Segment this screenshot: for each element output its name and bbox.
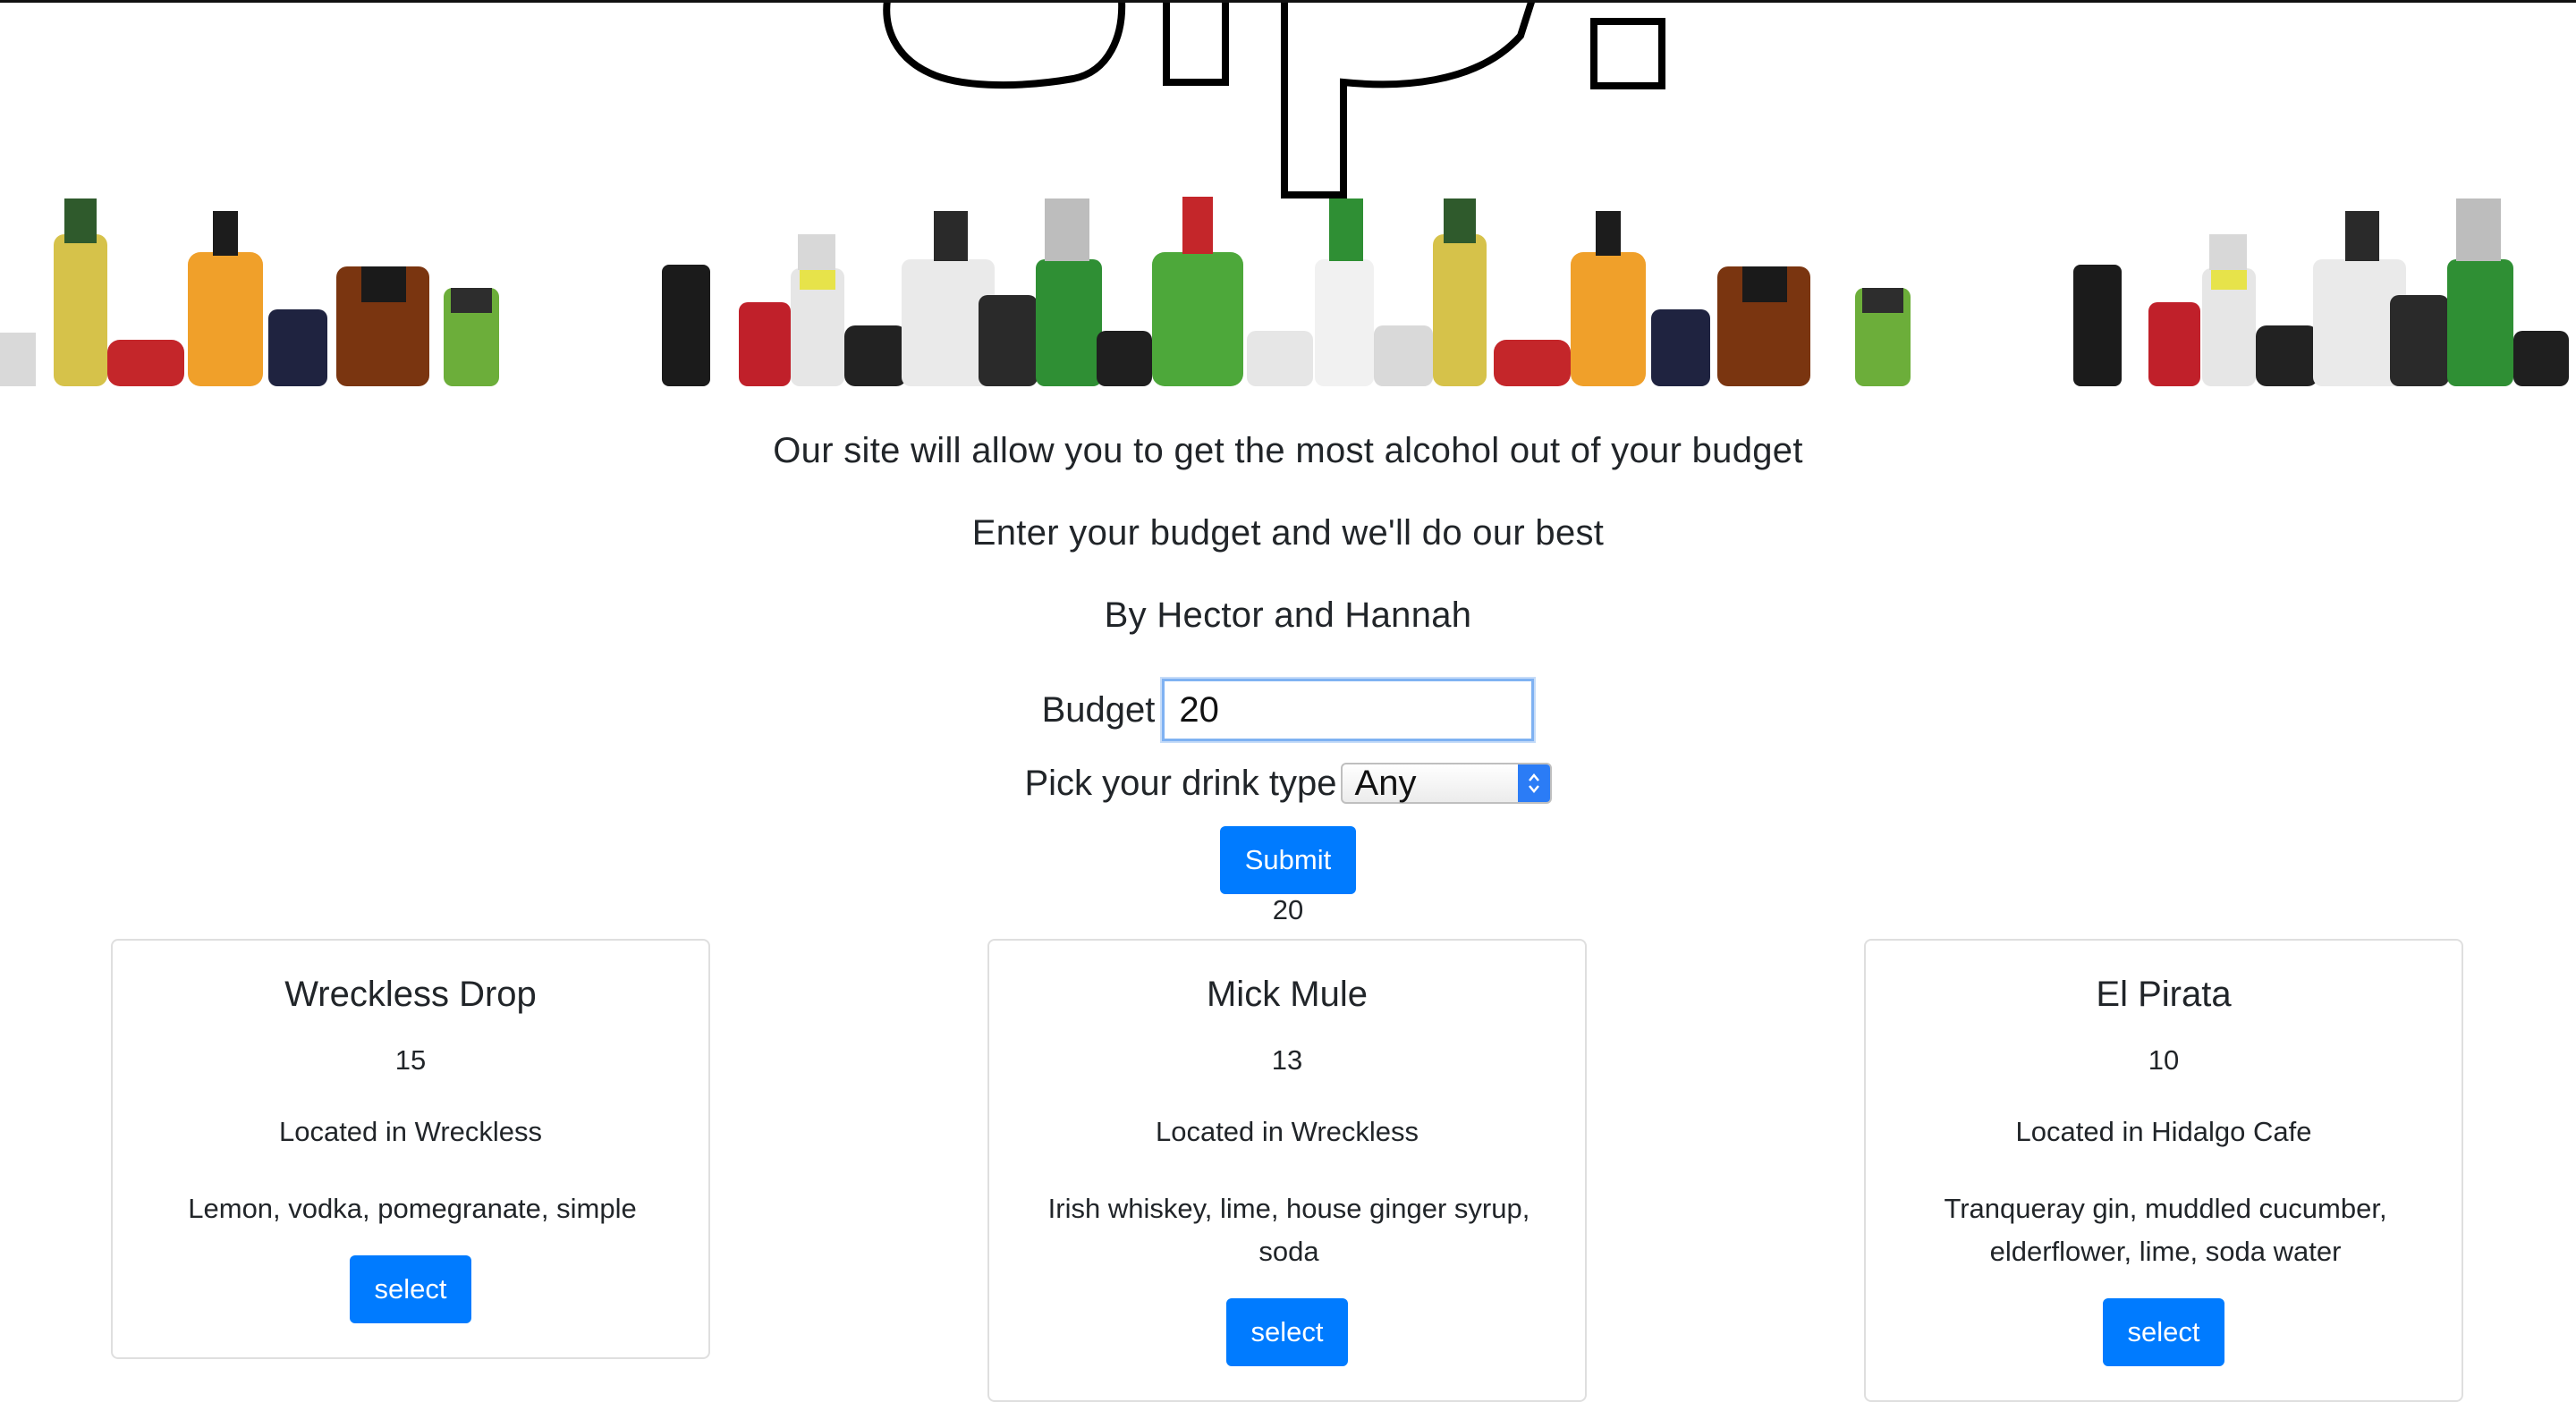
- card-location: Located in Wreckless: [1155, 1116, 1419, 1147]
- select-button[interactable]: select: [1226, 1298, 1348, 1366]
- hero-banner: [0, 0, 2576, 386]
- credits: By Hector and Hannah: [1104, 595, 1472, 635]
- top-border: [0, 0, 2576, 3]
- card-location: Located in Wreckless: [278, 1116, 543, 1147]
- card-location: Located in Hidalgo Cafe: [2015, 1116, 2312, 1147]
- select-button[interactable]: select: [350, 1255, 471, 1323]
- budget-row: Budget: [0, 676, 2576, 744]
- tagline-line1: Our site will allow you to get the most …: [773, 431, 1803, 470]
- card-ingredients: Tranqueray gin, muddled cucumber, elderf…: [1944, 1193, 2387, 1267]
- tagline-line2: Enter your budget and we'll do our best: [971, 513, 1605, 553]
- budget-input[interactable]: [1160, 677, 1537, 743]
- drink-card: Mick Mule 13 Located in Wreckless Irish …: [987, 939, 1587, 1402]
- drink-type-label: Pick your drink type: [1024, 763, 1337, 803]
- drink-type-row: Pick your drink type Any: [0, 762, 2576, 805]
- drink-type-value: Any: [1354, 764, 1417, 803]
- card-ingredients: Irish whiskey, lime, house ginger syrup,…: [1047, 1193, 1530, 1267]
- drink-type-select[interactable]: Any: [1340, 763, 1552, 804]
- drink-card: Wreckless Drop 15 Located in Wreckless L…: [111, 939, 710, 1359]
- card-title: Mick Mule: [1206, 975, 1368, 1014]
- select-arrows-icon: [1517, 764, 1550, 802]
- budget-label: Budget: [1041, 689, 1156, 730]
- submit-button[interactable]: Submit: [1220, 826, 1356, 894]
- card-price: 15: [394, 1044, 427, 1076]
- sip-logo: [883, 0, 1665, 198]
- card-price: 13: [1271, 1044, 1303, 1076]
- drink-card: El Pirata 10 Located in Hidalgo Cafe Tra…: [1864, 939, 2463, 1402]
- select-button[interactable]: select: [2103, 1298, 2224, 1366]
- card-title: Wreckless Drop: [284, 975, 537, 1014]
- card-price: 10: [2148, 1044, 2180, 1076]
- card-title: El Pirata: [2096, 975, 2232, 1014]
- card-ingredients: Lemon, vodka, pomegranate, simple: [188, 1193, 637, 1224]
- budget-result: 20: [1272, 894, 1304, 925]
